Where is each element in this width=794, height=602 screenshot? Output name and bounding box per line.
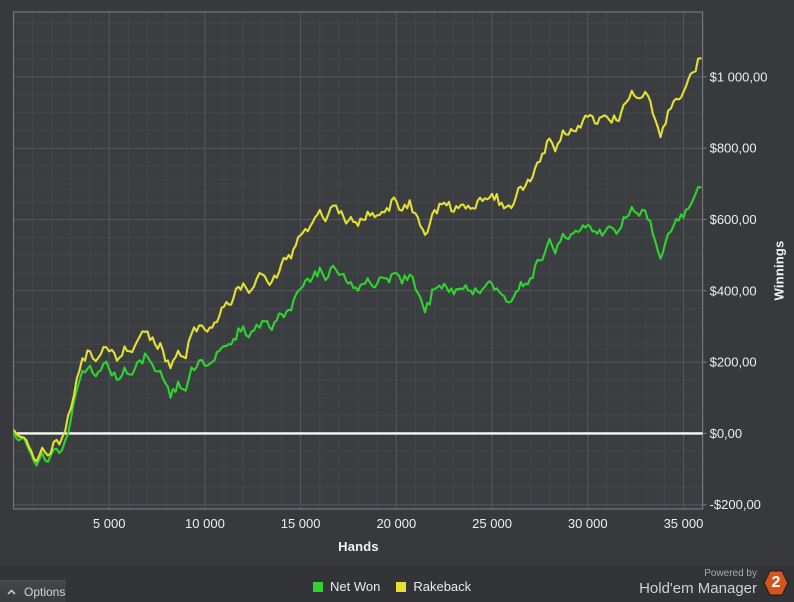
svg-text:15 000: 15 000 — [281, 516, 321, 531]
hm2-badge-number: 2 — [764, 571, 788, 595]
options-button-label: Options — [24, 584, 66, 599]
svg-text:25 000: 25 000 — [472, 516, 512, 531]
svg-text:20 000: 20 000 — [376, 516, 416, 531]
product-name-text: Hold'em Manager — [639, 579, 757, 597]
x-axis-title: Hands — [338, 539, 379, 554]
legend-label-net-won: Net Won — [330, 579, 381, 594]
svg-text:35 000: 35 000 — [664, 516, 704, 531]
legend-item-net-won[interactable]: Net Won — [313, 579, 380, 594]
branding: Powered by Hold'em Manager 2 — [639, 569, 790, 597]
legend: Net Won Rakeback — [313, 579, 471, 594]
y-axis-title: Winnings — [771, 240, 787, 300]
legend-item-rakeback[interactable]: Rakeback — [396, 579, 471, 594]
svg-text:$600,00: $600,00 — [710, 212, 757, 227]
options-button[interactable]: Options — [0, 580, 67, 602]
chart-panel: $1 000,00 $800,00 $600,00 $400,00 $200,00 $0,… — [0, 0, 794, 602]
svg-text:$400,00: $400,00 — [710, 283, 757, 298]
winnings-graph: $1 000,00 $800,00 $600,00 $400,00 $200,00 $0,… — [12, 11, 768, 531]
svg-text:-$200,00: -$200,00 — [710, 497, 761, 512]
hm2-logo-badge: 2 — [763, 570, 789, 596]
y-axis-title-wrap: Winnings — [766, 210, 792, 330]
svg-text:$1 000,00: $1 000,00 — [710, 69, 768, 84]
chevron-up-icon — [7, 588, 16, 595]
net-won-swatch-icon — [313, 581, 323, 592]
svg-text:10 000: 10 000 — [185, 516, 225, 531]
legend-label-rakeback: Rakeback — [413, 579, 472, 594]
svg-text:$200,00: $200,00 — [710, 355, 757, 370]
rakeback-swatch-icon — [396, 581, 407, 592]
svg-text:30 000: 30 000 — [568, 516, 608, 531]
svg-text:$800,00: $800,00 — [710, 141, 757, 156]
svg-text:$0,00: $0,00 — [710, 426, 743, 441]
svg-text:5 000: 5 000 — [93, 516, 126, 531]
powered-by-text: Powered by — [704, 568, 757, 580]
